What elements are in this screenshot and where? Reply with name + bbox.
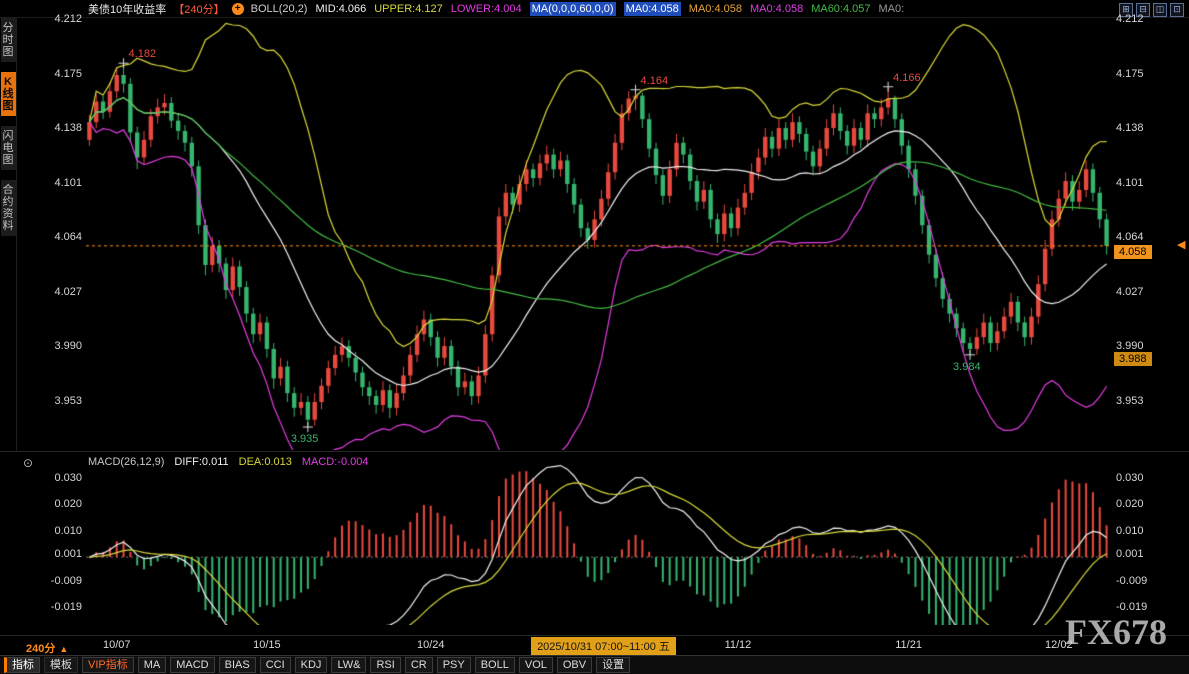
indicator-value: MA0: (879, 2, 905, 16)
macd-chart-canvas[interactable] (86, 455, 1110, 625)
current-price-badge: 4.058 (1114, 245, 1152, 259)
marked-price-badge: 3.988 (1114, 352, 1152, 366)
price-axis-label: 4.101 (1116, 177, 1164, 190)
macd-axis-label: 0.020 (38, 498, 82, 511)
split-layout-icon[interactable]: ◫ (1153, 3, 1167, 17)
toolbar-item[interactable]: PSY (437, 657, 471, 673)
macd-axis-label: 0.030 (1116, 472, 1164, 485)
macd-axis-label: -0.009 (38, 575, 82, 588)
indicator-value: MA(0,0,0,60,0,0) (530, 2, 616, 16)
macd-axis-label: 0.020 (1116, 498, 1164, 511)
period-label-text: 240分 (26, 643, 55, 655)
tile-layout-icon[interactable]: ⊟ (1136, 3, 1150, 17)
macd-axis-label: 0.001 (1116, 548, 1164, 561)
toolbar-item[interactable]: LW& (331, 657, 366, 673)
indicator-value: MA0:4.058 (624, 2, 681, 16)
price-axis-label: 3.990 (38, 340, 82, 353)
macd-axis-label: -0.009 (1116, 575, 1164, 588)
macd-axis-label: -0.019 (38, 601, 82, 614)
window-layout-icons: ⊞⊟◫⊡ (1119, 3, 1184, 17)
grid-layout-icon[interactable]: ⊞ (1119, 3, 1133, 17)
price-axis-label: 4.101 (38, 177, 82, 190)
toolbar-item[interactable]: OBV (557, 657, 592, 673)
sidebar: 分时图 K线图闪电图合约资料 (0, 18, 16, 236)
date-tick: 10/07 (87, 639, 147, 651)
price-axis-label: 4.175 (38, 68, 82, 81)
toolbar-item[interactable]: CCI (260, 657, 291, 673)
header-divider (0, 17, 1189, 18)
price-axis-label: 4.064 (1116, 231, 1164, 244)
macd-value: MACD:-0.004 (302, 456, 369, 468)
toolbar-item[interactable]: 指标 (4, 657, 40, 673)
maximize-layout-icon[interactable]: ⊡ (1170, 3, 1184, 17)
header-bar: 美债10年收益率 【240分】 + BOLL(20,2) MID:4.066 UPP… (0, 0, 1189, 17)
indicator-value: LOWER:4.004 (451, 2, 522, 16)
macd-value: DEA:0.013 (239, 456, 292, 468)
add-indicator-icon[interactable]: + (232, 3, 244, 15)
macd-header: MACD(26,12,9) DIFF:0.011 DEA:0.013 MACD:-0.… (88, 456, 368, 468)
toolbar-item[interactable]: KDJ (295, 657, 328, 673)
indicator-value: UPPER:4.127 (374, 2, 442, 16)
toolbar-item[interactable]: MA (138, 657, 167, 673)
panel-divider (0, 451, 1189, 452)
toolbar-item[interactable]: RSI (370, 657, 400, 673)
sidebar-tab[interactable]: 闪电图 (1, 126, 16, 170)
period-up-arrow-icon: ▲ (59, 644, 68, 654)
toolbar-item[interactable]: 设置 (596, 657, 630, 673)
toolbar-item[interactable]: BIAS (219, 657, 256, 673)
toolbar-item[interactable]: VIP指标 (82, 657, 134, 673)
macd-axis-label: 0.010 (38, 525, 82, 538)
macd-axis-label: 0.001 (38, 548, 82, 561)
crosshair-date-label: 2025/10/31 07:00~11:00 五 (531, 637, 676, 655)
bottom-toolbar: 指标模板VIP指标MAMACD BIASCCIKDJLW&RSI CRPSYBOLL… (0, 655, 1189, 674)
macd-value: MACD(26,12,9) (88, 456, 164, 468)
indicator-value: MA60:4.057 (811, 2, 870, 16)
toolbar-item[interactable]: VOL (519, 657, 553, 673)
date-tick: 10/24 (401, 639, 461, 651)
price-axis-label: 3.953 (1116, 395, 1164, 408)
date-tick: 11/21 (879, 639, 939, 651)
price-axis-label: 4.064 (38, 231, 82, 244)
date-tick: 11/12 (708, 639, 768, 651)
chart-title: 美债10年收益率 (88, 1, 166, 17)
macd-value: DIFF:0.011 (174, 456, 228, 468)
sidebar-tab[interactable]: K线图 (1, 72, 16, 116)
indicator-value: MA0:4.058 (750, 2, 803, 16)
price-axis-label: 4.027 (1116, 286, 1164, 299)
date-row-divider (0, 635, 1189, 636)
period-tag[interactable]: 【240分】 (173, 1, 224, 17)
indicator-value: MA0:4.058 (689, 2, 742, 16)
sidebar-divider (16, 18, 17, 451)
sidebar-tab[interactable]: 分时图 (1, 18, 16, 62)
period-button[interactable]: 240分 ▲ (26, 640, 68, 656)
toolbar-item[interactable]: 模板 (44, 657, 78, 673)
price-pointer-icon: ◀ (1177, 238, 1185, 251)
price-axis-label: 4.027 (38, 286, 82, 299)
macd-axis-label: 0.030 (38, 472, 82, 485)
target-icon[interactable]: ⊙ (23, 456, 33, 470)
indicator-values: BOLL(20,2) MID:4.066 UPPER:4.127 LOWER:4.00… (251, 2, 905, 16)
sidebar-tab[interactable]: 合约资料 (1, 180, 16, 236)
indicator-value: MID:4.066 (315, 2, 366, 16)
watermark: FX678 (1065, 611, 1167, 653)
macd-axis-label: 0.010 (1116, 525, 1164, 538)
price-axis-label: 4.138 (38, 122, 82, 135)
toolbar-item[interactable]: MACD (170, 657, 214, 673)
price-chart-canvas[interactable] (86, 18, 1110, 450)
price-axis-label: 3.990 (1116, 340, 1164, 353)
price-axis-label: 4.175 (1116, 68, 1164, 81)
toolbar-item[interactable]: CR (405, 657, 433, 673)
price-axis-label: 3.953 (38, 395, 82, 408)
date-tick: 10/15 (237, 639, 297, 651)
price-axis-label: 4.138 (1116, 122, 1164, 135)
toolbar-item[interactable]: BOLL (475, 657, 515, 673)
indicator-value: BOLL(20,2) (251, 2, 308, 16)
